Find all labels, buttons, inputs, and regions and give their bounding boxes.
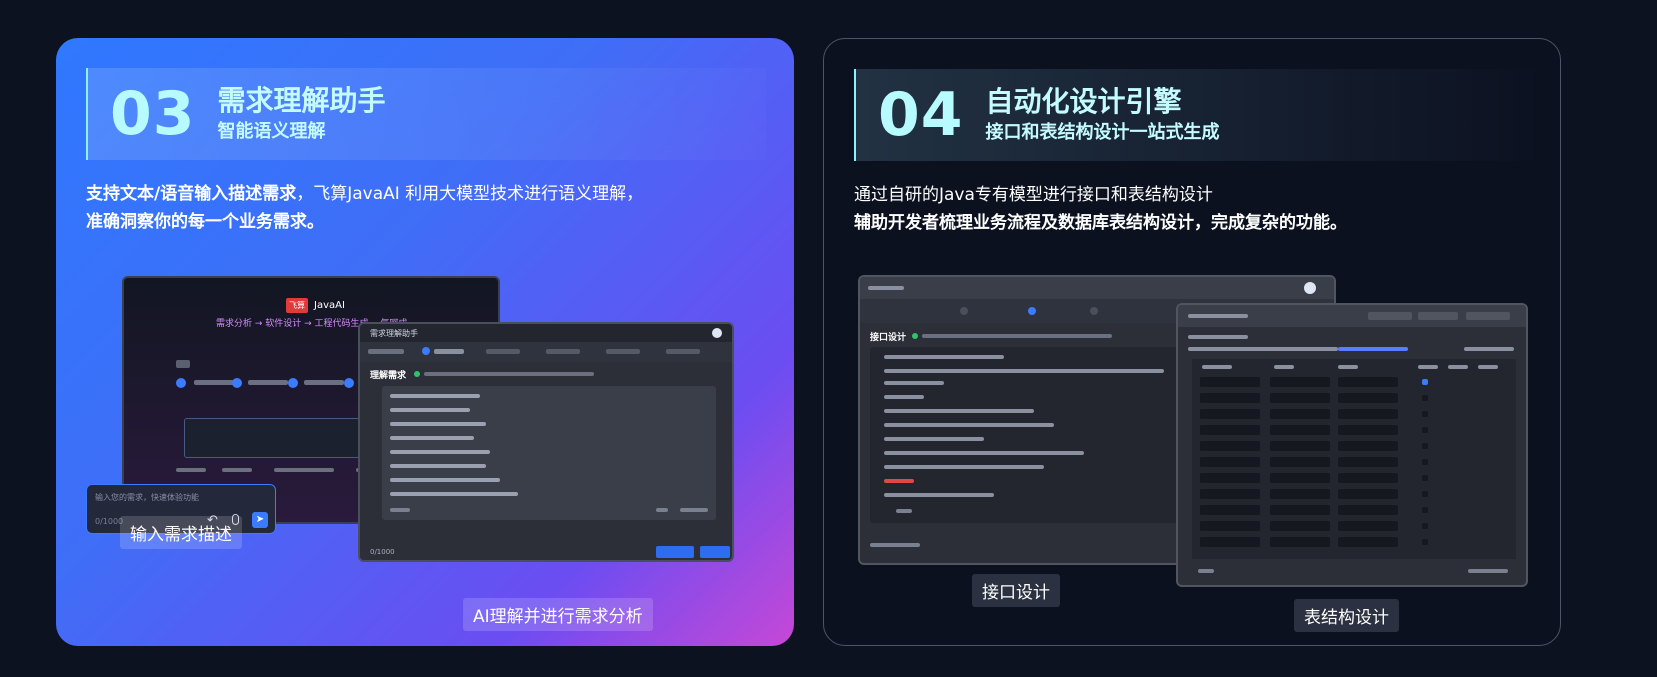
screenshot-requirement-panel: 需求理解助手 理解需求 0/1000 [358,322,734,562]
feature-title: 自动化设计引擎 [985,85,1182,118]
panel-counter: 0/1000 [370,548,395,556]
feature-number: 03 [110,79,196,149]
logo-badge: 飞算 [286,298,308,313]
input-placeholder: 输入您的需求，快速体验功能 [95,493,199,502]
feature-card-requirements: 03 需求理解助手 智能语义理解 支持文本/语音输入描述需求，飞算JavaAI … [56,38,794,646]
logo-text: JavaAI [314,300,345,311]
desc-normal: ，飞算JavaAI 利用大模型技术进行语义理解， [296,184,644,204]
input-counter: 0/1000 [95,517,124,526]
card-header: 04 自动化设计引擎 接口和表结构设计一站式生成 [854,69,1534,161]
section-label: 理解需求 [370,371,407,381]
caption-ai-analysis: AI理解并进行需求分析 [463,598,653,631]
send-icon[interactable]: ➤ [252,512,268,528]
desc-line2: 准确洞察你的每一个业务需求。 [86,212,324,232]
caption-interface-design: 接口设计 [972,574,1060,607]
confirm-button[interactable] [656,546,694,558]
card-header: 03 需求理解助手 智能语义理解 [86,68,766,160]
feature-number: 04 [878,80,964,150]
section-label: 接口设计 [870,333,907,343]
feature-title: 需求理解助手 [217,84,386,117]
feature-subtitle: 智能语义理解 [217,121,326,142]
panel-title: 需求理解助手 [370,329,418,338]
feature-description: 通过自研的Java专有模型进行接口和表结构设计 辅助开发者梳理业务流程及数据库表… [854,181,1534,237]
feature-card-design-engine: 04 自动化设计引擎 接口和表结构设计一站式生成 通过自研的Java专有模型进行… [823,38,1561,646]
caption-table-structure: 表结构设计 [1294,599,1399,632]
desc-line2: 辅助开发者梳理业务流程及数据库表结构设计，完成复杂的功能。 [854,213,1347,233]
desc-bold: 支持文本/语音输入描述需求 [86,184,297,204]
feature-subtitle: 接口和表结构设计一站式生成 [985,122,1220,143]
next-button[interactable] [700,546,730,558]
desc-line1: 通过自研的Java专有模型进行接口和表结构设计 [854,185,1213,205]
screenshot-table-structure [1176,303,1528,587]
caption-input-requirement: 输入需求描述 [120,516,242,549]
feature-description: 支持文本/语音输入描述需求，飞算JavaAI 利用大模型技术进行语义理解， 准确… [86,180,766,236]
